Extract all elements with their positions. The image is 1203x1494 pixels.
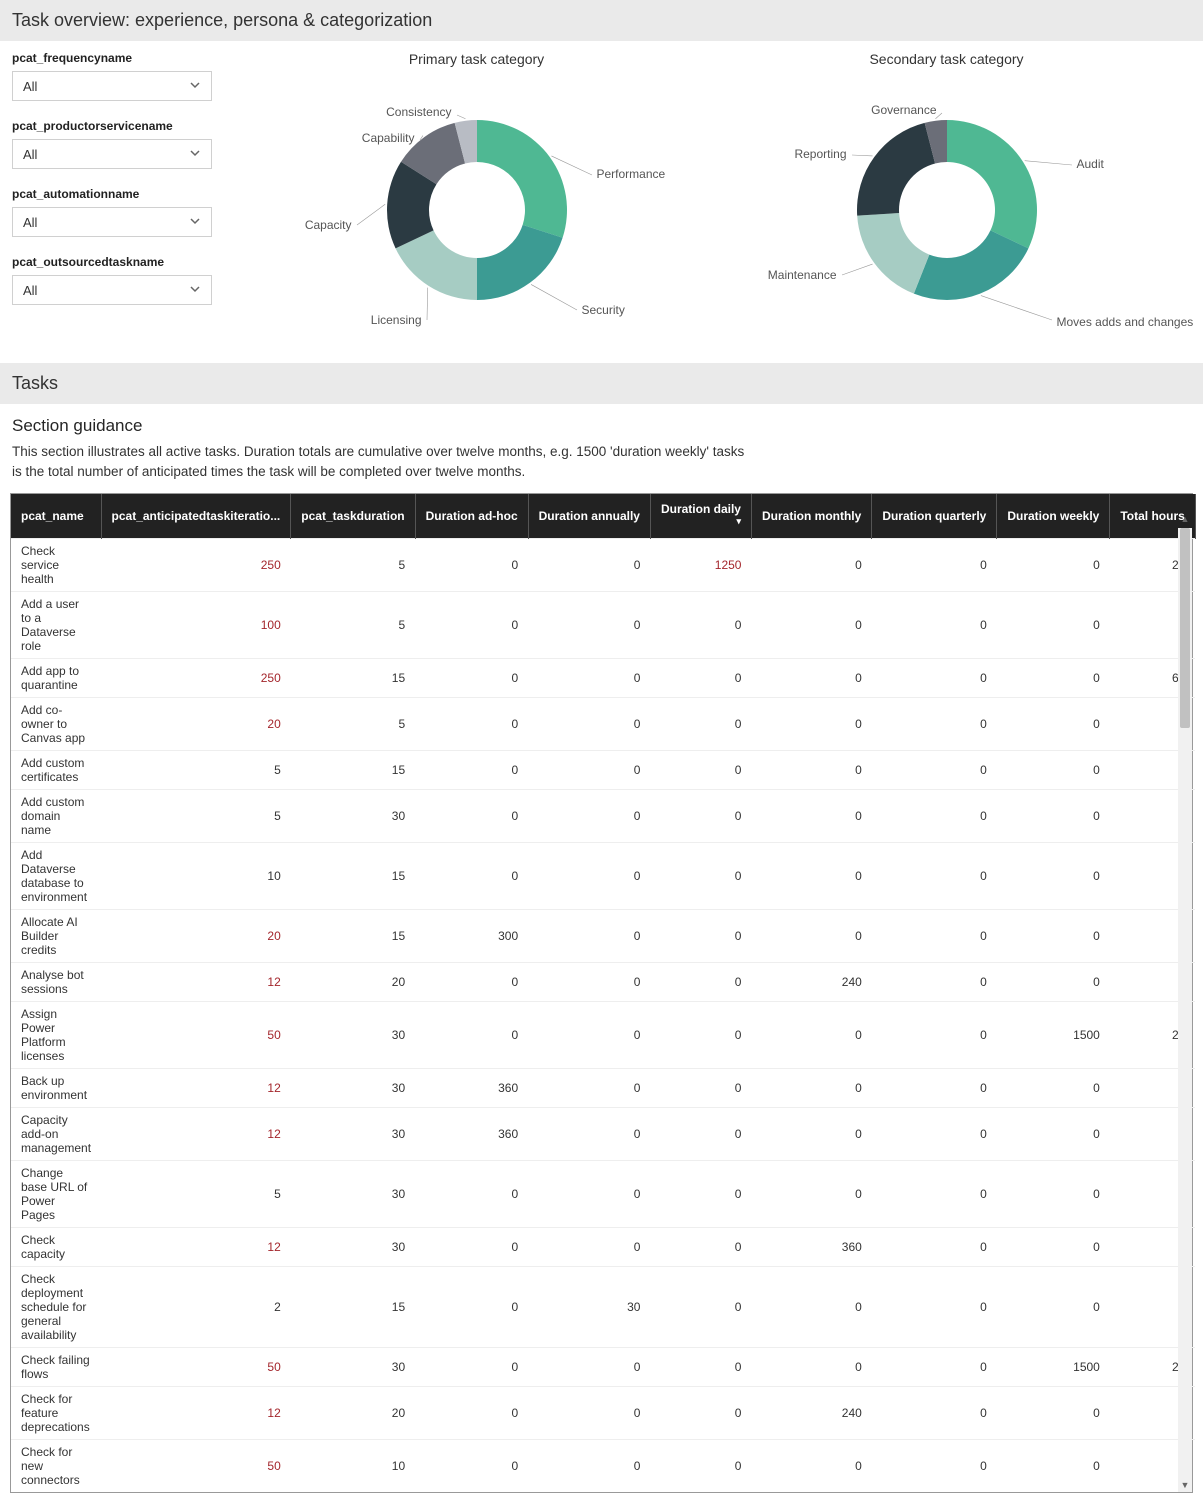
scroll-down-icon[interactable]: ▼	[1178, 1480, 1192, 1494]
tasks-table: pcat_namepcat_anticipatedtaskiteratio...…	[11, 494, 1196, 1492]
table-row[interactable]: Check for new connectors50100000008	[11, 1440, 1195, 1493]
chart-label-moves-adds-and-changes: Moves adds and changes	[1057, 315, 1194, 329]
charts-area: Primary task category Performance Securit…	[232, 51, 1191, 345]
chart-label-maintenance: Maintenance	[768, 268, 837, 282]
table-row[interactable]: Add custom certificates5150000000	[11, 751, 1195, 790]
donut-slice-Security[interactable]	[477, 225, 563, 300]
table-row[interactable]: Back up environment1230360000006	[11, 1069, 1195, 1108]
chart-label-security: Security	[582, 303, 625, 317]
col-1[interactable]: pcat_anticipatedtaskiteratio...	[101, 494, 291, 539]
filter-value: All	[23, 79, 37, 94]
donut-slice-Moves adds and changes[interactable]	[913, 230, 1028, 300]
table-row[interactable]: Add app to quarantine2501500000063	[11, 659, 1195, 698]
table-body: Check service health250500125000021Add a…	[11, 539, 1195, 1493]
primary-donut[interactable]: Performance Security Licensing Capacity Capa…	[262, 75, 692, 345]
primary-chart-title: Primary task category	[262, 51, 692, 67]
chevron-down-icon	[189, 79, 201, 94]
table-row[interactable]: Allocate AI Builder credits2015300000005	[11, 910, 1195, 963]
table-row[interactable]: Analyse bot sessions1220000240004	[11, 963, 1195, 1002]
tasks-header: Tasks	[0, 363, 1203, 404]
chart-label-reporting: Reporting	[794, 147, 846, 161]
table-scrollbar[interactable]: ▲ ▼	[1178, 528, 1192, 1492]
filter-label-2: pcat_automationname	[12, 187, 212, 201]
top-area: pcat_frequencyname All pcat_productorserv…	[0, 41, 1203, 363]
filter-value: All	[23, 215, 37, 230]
filters-panel: pcat_frequencyname All pcat_productorserv…	[12, 51, 212, 345]
table-row[interactable]: Check failing flows503000000150025	[11, 1348, 1195, 1387]
chart-label-consistency: Consistency	[386, 105, 451, 119]
col-2[interactable]: pcat_taskduration	[291, 494, 415, 539]
chart-label-governance: Governance	[871, 103, 936, 117]
col-5[interactable]: Duration daily▾	[650, 494, 751, 539]
scroll-up-icon[interactable]: ▲	[1178, 514, 1192, 528]
table-row[interactable]: Add custom domain name5300000000	[11, 790, 1195, 843]
donut-slice-Audit[interactable]	[947, 120, 1037, 248]
guidance-text: This section illustrates all active task…	[0, 442, 760, 493]
donut-slice-Maintenance[interactable]	[857, 213, 929, 294]
filter-label-0: pcat_frequencyname	[12, 51, 212, 65]
chart-label-capability: Capability	[362, 131, 415, 145]
chevron-down-icon	[189, 215, 201, 230]
table-row[interactable]: Capacity add-on management1230360000006	[11, 1108, 1195, 1161]
tasks-table-container: pcat_namepcat_anticipatedtaskiteratio...…	[10, 493, 1193, 1493]
filter-dropdown-3[interactable]: All	[12, 275, 212, 305]
table-row[interactable]: Add Dataverse database to environment101…	[11, 843, 1195, 910]
filter-dropdown-0[interactable]: All	[12, 71, 212, 101]
filter-label-1: pcat_productorservicename	[12, 119, 212, 133]
chart-label-capacity: Capacity	[305, 218, 352, 232]
col-0[interactable]: pcat_name	[11, 494, 101, 539]
filter-value: All	[23, 147, 37, 162]
page-title: Task overview: experience, persona & cat…	[0, 0, 1203, 41]
secondary-chart-block: Secondary task category AuditMoves adds …	[732, 51, 1162, 345]
table-row[interactable]: Add a user to a Dataverse role1005000000…	[11, 592, 1195, 659]
table-row[interactable]: Check deployment schedule for general av…	[11, 1267, 1195, 1348]
table-row[interactable]: Assign Power Platform licenses5030000001…	[11, 1002, 1195, 1069]
table-row[interactable]: Check capacity1230000360006	[11, 1228, 1195, 1267]
donut-slice-Reporting[interactable]	[857, 123, 935, 216]
guidance-title: Section guidance	[0, 404, 1203, 442]
filter-dropdown-1[interactable]: All	[12, 139, 212, 169]
col-3[interactable]: Duration ad-hoc	[415, 494, 528, 539]
donut-slice-Performance[interactable]	[477, 120, 567, 238]
table-row[interactable]: Add co-owner to Canvas app2050000002	[11, 698, 1195, 751]
chart-label-licensing: Licensing	[371, 313, 422, 327]
chevron-down-icon	[189, 147, 201, 162]
table-row[interactable]: Check service health250500125000021	[11, 539, 1195, 592]
filter-value: All	[23, 283, 37, 298]
chevron-down-icon	[189, 283, 201, 298]
col-8[interactable]: Duration weekly	[997, 494, 1110, 539]
chart-label-performance: Performance	[597, 167, 666, 181]
table-row[interactable]: Change base URL of Power Pages5300000000	[11, 1161, 1195, 1228]
table-row[interactable]: Check for feature deprecations1220000240…	[11, 1387, 1195, 1440]
sort-arrow-icon: ▾	[736, 516, 741, 527]
primary-chart-block: Primary task category Performance Securit…	[262, 51, 692, 345]
col-4[interactable]: Duration annually	[528, 494, 650, 539]
table-header-row: pcat_namepcat_anticipatedtaskiteratio...…	[11, 494, 1195, 539]
scrollbar-thumb[interactable]	[1180, 528, 1190, 728]
col-7[interactable]: Duration quarterly	[872, 494, 997, 539]
chart-label-audit: Audit	[1077, 157, 1104, 171]
col-6[interactable]: Duration monthly	[751, 494, 871, 539]
filter-dropdown-2[interactable]: All	[12, 207, 212, 237]
secondary-donut[interactable]: AuditMoves adds and changesMaintenanceRe…	[732, 75, 1162, 345]
filter-label-3: pcat_outsourcedtaskname	[12, 255, 212, 269]
secondary-chart-title: Secondary task category	[732, 51, 1162, 67]
